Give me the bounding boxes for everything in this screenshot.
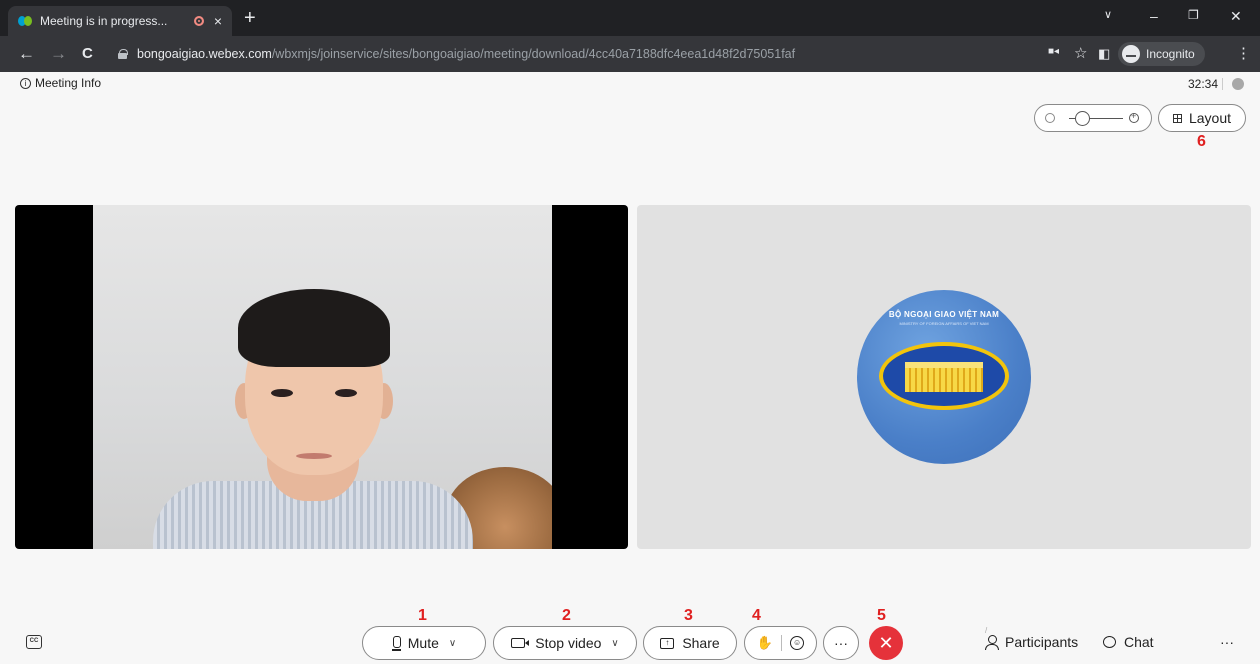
recording-indicator-icon	[193, 16, 204, 26]
meeting-info-link[interactable]: i Meeting Info	[20, 76, 101, 90]
incognito-label: Incognito	[1146, 47, 1195, 61]
reaction-smiley-icon[interactable]: ☺	[790, 636, 805, 650]
bookmark-star-icon[interactable]: ☆	[1074, 44, 1087, 62]
end-call-button[interactable]: ✕	[869, 626, 903, 660]
browser-toolbar: ← → C bongoaigiao.webex.com/wbxmjs/joins…	[0, 36, 1260, 72]
layout-label: Layout	[1188, 110, 1232, 126]
window-minimize-button[interactable]: –	[1150, 8, 1158, 24]
more-options-label: ···	[834, 635, 848, 651]
address-bar[interactable]: bongoaigiao.webex.com/wbxmjs/joinservice…	[108, 41, 1108, 67]
overflow-label: ···	[1220, 634, 1234, 650]
tab-title: Meeting is in progress...	[40, 14, 168, 28]
camera-in-use-icon[interactable]: ■◂	[1048, 46, 1059, 57]
annotation-6: 6	[1197, 133, 1206, 150]
participants-button[interactable]: Participants	[985, 634, 1078, 650]
emblem-oval	[879, 342, 1009, 410]
url-path: /wbxmjs/joinservice/sites/bongoaigiao/me…	[271, 47, 796, 61]
ministry-emblem-logo: BỘ NGOẠI GIAO VIỆT NAM MINISTRY OF FOREI…	[857, 290, 1031, 464]
incognito-icon	[1122, 45, 1140, 63]
mouth-shape	[296, 453, 332, 459]
webex-favicon-icon	[18, 14, 32, 28]
browser-tab[interactable]: Meeting is in progress... ×	[8, 6, 232, 36]
new-tab-button[interactable]: +	[244, 8, 256, 28]
zoom-in-icon[interactable]	[1129, 111, 1139, 123]
tab-close-button[interactable]: ×	[214, 13, 222, 29]
raise-hand-icon[interactable]: ✋	[757, 635, 773, 651]
chat-button[interactable]: Chat	[1103, 634, 1154, 650]
participant-video-tile[interactable]: BỘ NGOẠI GIAO VIỆT NAM MINISTRY OF FOREI…	[637, 205, 1251, 549]
stop-video-label: Stop video	[535, 635, 602, 651]
window-close-button[interactable]: ✕	[1230, 8, 1242, 25]
forward-button[interactable]: →	[50, 44, 67, 64]
share-button[interactable]: ↑ Share	[643, 626, 737, 660]
camera-icon	[511, 638, 530, 648]
layout-button[interactable]: Layout	[1158, 104, 1246, 132]
reload-button[interactable]: C	[82, 44, 93, 64]
chevron-down-icon[interactable]: ∨	[449, 638, 456, 649]
reactions-group: ✋ ☺	[744, 626, 817, 660]
divider	[781, 635, 783, 651]
zoom-slider-thumb[interactable]	[1075, 111, 1090, 126]
hair-shape	[238, 289, 390, 367]
side-panel-icon[interactable]: ◧	[1098, 46, 1110, 62]
overflow-menu-button[interactable]: ···	[1220, 634, 1234, 650]
building-icon	[905, 362, 983, 392]
stop-video-button[interactable]: Stop video ∨	[493, 626, 637, 660]
share-label: Share	[682, 635, 720, 651]
mute-label: Mute	[407, 635, 439, 651]
share-screen-icon: ↑	[660, 637, 675, 649]
chat-label: Chat	[1124, 634, 1154, 650]
browser-menu-button[interactable]: ⋮	[1236, 44, 1251, 62]
zoom-out-icon[interactable]	[1045, 113, 1055, 123]
emblem-title: BỘ NGOẠI GIAO VIỆT NAM	[888, 310, 1000, 319]
participants-icon	[985, 635, 999, 650]
window-restore-button[interactable]: ❐	[1188, 8, 1199, 22]
divider	[1222, 78, 1223, 90]
eye-shape	[271, 389, 293, 397]
microphone-icon	[391, 636, 401, 651]
captions-button[interactable]: CC	[26, 635, 42, 649]
lock-icon	[118, 49, 128, 59]
eye-shape	[335, 389, 357, 397]
chevron-down-icon[interactable]: ∨	[611, 638, 618, 649]
self-camera-feed	[93, 205, 552, 549]
browser-tab-bar: Meeting is in progress... × + ∨ – ❐ ✕	[0, 0, 1260, 36]
back-button[interactable]: ←	[18, 44, 35, 64]
self-video-tile[interactable]	[15, 205, 628, 549]
more-options-button[interactable]: ···	[823, 626, 859, 660]
network-status-icon[interactable]	[1232, 78, 1244, 90]
zoom-control	[1034, 104, 1152, 132]
chat-bubble-icon	[1103, 636, 1116, 648]
annotation-2: 2	[562, 607, 571, 624]
grid-icon	[1172, 113, 1182, 123]
mute-button[interactable]: Mute ∨	[362, 626, 486, 660]
emblem-subtitle: MINISTRY OF FOREIGN AFFAIRS OF VIET NAM	[899, 321, 989, 326]
info-icon: i	[20, 77, 31, 89]
annotation-4: 4	[752, 607, 761, 624]
meeting-timer: 32:34	[1188, 77, 1219, 91]
meeting-info-label: Meeting Info	[35, 76, 102, 90]
tab-list-button[interactable]: ∨	[1104, 8, 1112, 21]
annotation-1: 1	[418, 607, 427, 624]
participants-label: Participants	[1005, 634, 1079, 650]
annotation-3: 3	[684, 607, 693, 624]
incognito-badge[interactable]: Incognito	[1118, 42, 1205, 66]
url-host: bongoaigiao.webex.com	[137, 47, 272, 61]
annotation-5: 5	[877, 607, 886, 624]
